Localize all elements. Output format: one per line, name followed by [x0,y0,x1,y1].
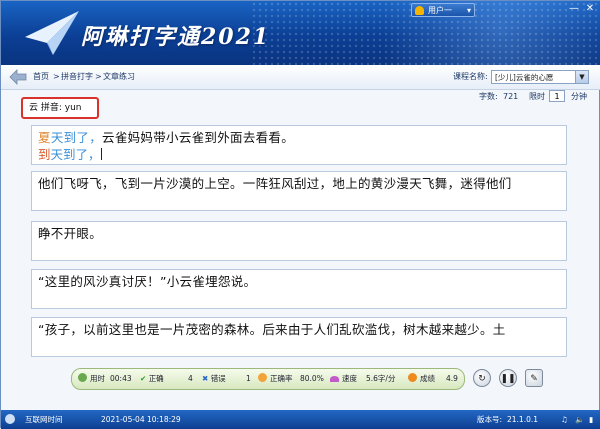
correct-label: 正确 [148,374,164,383]
pause-icon: ❚❚ [500,374,516,384]
app-header: 阿琳打字通2021 用户一 ▾ — ✕ [1,1,600,65]
completed-text: 天到了， [50,130,103,145]
time-limit-unit: 分钟 [571,92,587,101]
restart-icon: ↻ [478,374,486,384]
speed-value: 5.6字/分 [366,374,396,383]
accuracy-label: 正确率 [270,374,293,383]
settings-button[interactable]: ✎ [525,369,543,387]
breadcrumb-separator: > [53,72,60,81]
char-count-value: 721 [503,92,519,101]
back-arrow-icon[interactable] [9,69,27,85]
close-icon[interactable]: ✕ [583,2,597,16]
medal-icon [408,373,417,382]
accuracy-value: 80.0% [300,374,324,383]
pinyin-hint: 云 拼音: yun [21,97,99,119]
footer-bar: 互联网时间 2021-05-04 10:18:29 版本号: 21.1.0.1 … [1,410,600,429]
paper-plane-icon [25,11,79,55]
source-text: 夏天到了，云雀妈妈带小云雀到外面去看看。 [38,130,294,146]
wrong-value: 1 [246,374,251,383]
source-text: “这里的风沙真讨厌！”小云雀埋怨说。 [38,274,257,289]
version-label: 版本号: [477,415,503,424]
wrong-label: 错误 [210,374,226,383]
nav-bar: 首页 > 拼音打字 > 文章练习 课程名称: [少儿]云雀的心愿 ▼ [1,65,600,90]
sound-bars-icon[interactable]: ▮ [589,410,593,429]
typed-correct-text: 天到了， [50,147,101,162]
speaker-icon[interactable]: 🔈 [575,410,584,429]
course-select[interactable]: [少儿]云雀的心愿 ▼ [491,70,589,84]
chevron-down-icon: ▾ [466,6,471,15]
course-label: 课程名称: [453,72,488,81]
internet-time-label: 互联网时间 [25,415,63,424]
char-count-label: 字数: [479,92,498,101]
source-text: 睁不开眼。 [38,226,103,241]
typed-input[interactable]: 到天到了， [38,147,102,163]
score-stat: 成绩 [408,369,435,389]
practice-line[interactable]: 他们飞呀飞，飞到一片沙漠的上空。一阵狂风刮过，地上的黄沙漫天飞舞，迷得他们 [31,171,567,211]
source-text: “孩子，以前这里也是一片茂密的森林。后来由于人们乱砍滥伐，树木越来越少。土 [38,322,506,337]
typed-wrong-char: 到 [38,147,51,162]
time-label: 用时 [90,374,105,383]
course-select-value: [少儿]云雀的心愿 [495,73,554,82]
time-stat: 用时 [78,369,105,389]
correct-value: 4 [188,374,193,383]
breadcrumb-pinyin[interactable]: 拼音打字 [61,70,93,84]
breadcrumb-article: 文章练习 [103,72,135,81]
accuracy-stat: 正确率 [258,369,293,389]
wrong-stat: ✖ 错误 [202,369,226,389]
breadcrumb-separator: > [95,72,102,81]
version-value: 21.1.0.1 [507,415,539,424]
current-char: 夏 [38,130,51,145]
time-limit-label: 限时 [529,92,545,101]
user-icon [415,6,424,15]
moon-icon [258,373,267,382]
chevron-down-icon[interactable]: ▼ [575,71,588,83]
source-text: 他们飞呀飞，飞到一片沙漠的上空。一阵狂风刮过，地上的黄沙漫天飞舞，迷得他们 [38,176,512,191]
app-window: 阿琳打字通2021 用户一 ▾ — ✕ 首页 > 拼音打字 > 文章练习 课程名… [0,0,600,429]
music-icon[interactable]: ♫ [561,410,568,429]
pause-button[interactable]: ❚❚ [499,369,517,387]
remaining-text: 云雀妈妈带小云雀到外面去看看。 [102,130,295,145]
practice-line[interactable]: 夏天到了，云雀妈妈带小云雀到外面去看看。 到天到了， [31,125,567,165]
cross-icon: ✖ [202,374,209,383]
time-value: 00:43 [110,374,132,383]
clock-icon [78,373,87,382]
correct-stat: ✔ 正确 [140,369,164,389]
time-limit-input[interactable]: 1 [549,90,565,102]
practice-line[interactable]: “孩子，以前这里也是一片茂密的森林。后来由于人们乱砍滥伐，树木越来越少。土 [31,317,567,357]
network-icon [5,414,15,424]
datetime: 2021-05-04 10:18:29 [101,415,181,424]
user-menu-label: 用户一 [428,6,452,15]
speed-label: 速度 [342,374,357,383]
practice-line[interactable]: 睁不开眼。 [31,221,567,261]
app-title: 阿琳打字通2021 [81,24,271,50]
speed-stat: 速度 [330,369,357,389]
typing-stats-bar: 用时 00:43 ✔ 正确 4 ✖ 错误 1 正确率 80.0% 速度 5.6字… [71,368,465,390]
practice-line[interactable]: “这里的风沙真讨厌！”小云雀埋怨说。 [31,269,567,309]
score-label: 成绩 [420,374,435,383]
score-value: 4.9 [446,374,458,383]
text-cursor [100,148,102,160]
settings-icon: ✎ [530,374,538,384]
user-menu-button[interactable]: 用户一 ▾ [411,3,475,17]
minimize-icon[interactable]: — [567,2,581,16]
breadcrumb-home[interactable]: 首页 [33,70,49,84]
restart-button[interactable]: ↻ [473,369,491,387]
speed-icon [330,376,339,382]
check-icon: ✔ [140,374,147,383]
